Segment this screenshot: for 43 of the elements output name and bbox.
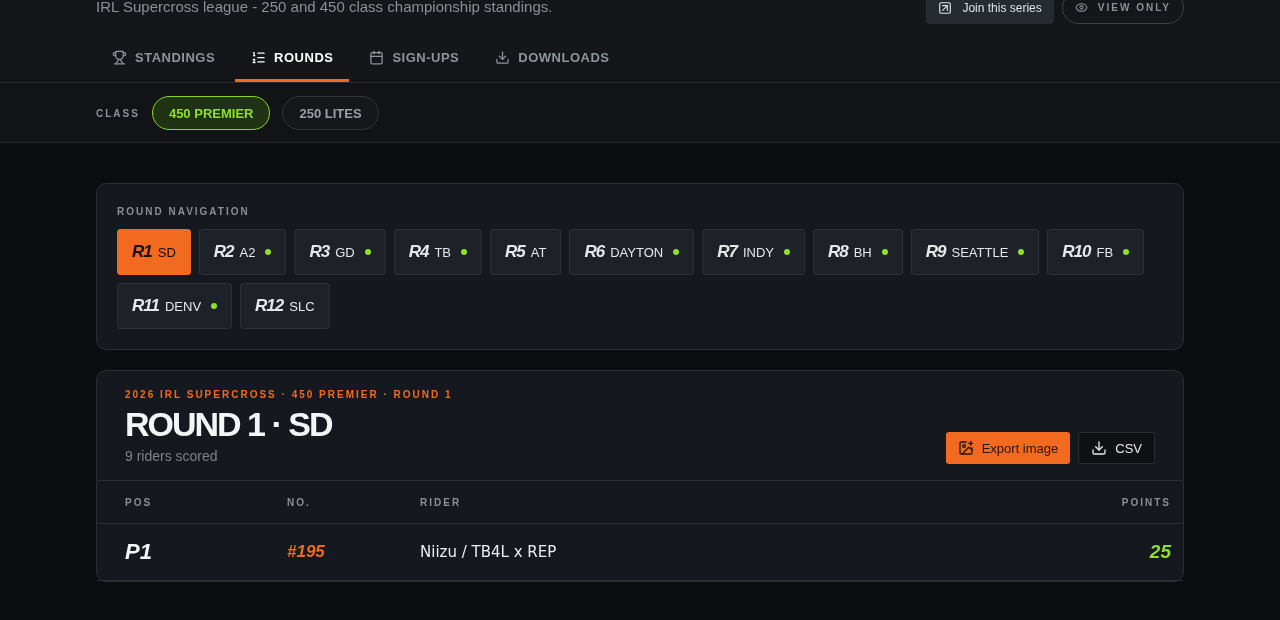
view-only-badge[interactable]: VIEW ONLY <box>1061 0 1184 24</box>
round-button[interactable]: R8 BH <box>812 229 903 275</box>
round-button[interactable]: R12 SLC <box>240 283 330 329</box>
round-title: ROUND 1 · SD <box>125 404 333 444</box>
trophy-icon <box>112 50 127 65</box>
download-icon <box>1091 440 1108 456</box>
round-button[interactable]: R4 TB <box>393 229 483 275</box>
round-button[interactable]: R5 AT <box>490 229 562 275</box>
class-label: CLASS <box>96 107 140 119</box>
results-eyebrow: 2026 IRL SUPERCROSS · 450 PREMIER · ROUND 1 <box>125 389 453 400</box>
join-button[interactable]: Join this series <box>926 0 1054 24</box>
column-header: POINTS <box>1121 496 1171 508</box>
class-filter-pill[interactable]: 450 PREMIER <box>151 96 271 130</box>
round-button[interactable]: R2 A2 <box>198 229 287 275</box>
download-icon <box>495 50 511 65</box>
rider-number-cell-text: #195 <box>287 542 326 562</box>
column-header: NO. <box>287 496 312 508</box>
tab[interactable]: DOWNLOADS <box>479 50 626 82</box>
round-button[interactable]: R6 DAYTON <box>569 229 695 275</box>
csv-button[interactable]: CSV <box>1078 432 1155 464</box>
rider-name-cell-text: Niizu / TB4L x REP <box>420 543 558 561</box>
numbered-list-icon <box>251 50 267 65</box>
column-header: RIDER <box>420 496 463 508</box>
tab[interactable]: SIGN-UPS <box>353 50 476 82</box>
class-filter-pill[interactable]: 250 LITES <box>282 96 379 130</box>
points-cell: 25 <box>1149 541 1171 563</box>
export-image-button[interactable]: Export image <box>945 432 1071 464</box>
eye-icon <box>1074 1 1088 14</box>
tab[interactable]: STANDINGS <box>96 50 232 82</box>
round-button[interactable]: R1 SD <box>117 229 191 275</box>
calendar-icon <box>369 50 385 65</box>
round-button[interactable]: R11 DENV <box>117 283 233 329</box>
image-icon <box>957 440 974 456</box>
section-title: ROUND NAVIGATION <box>117 206 251 217</box>
riders-count: 9 riders scored <box>125 448 219 464</box>
round-button[interactable]: R7 INDY <box>702 229 805 275</box>
round-button[interactable]: R9 SEATTLE <box>910 229 1040 275</box>
round-button[interactable]: R10 FB <box>1047 229 1145 275</box>
external-link-icon <box>938 0 953 15</box>
round-button[interactable]: R3 GD <box>294 229 386 275</box>
column-header: POS <box>125 496 154 508</box>
page-subtitle: IRL Supercross league - 250 and 450 class championship standings. <box>96 0 553 15</box>
position-cell-text: P1 <box>125 539 153 565</box>
